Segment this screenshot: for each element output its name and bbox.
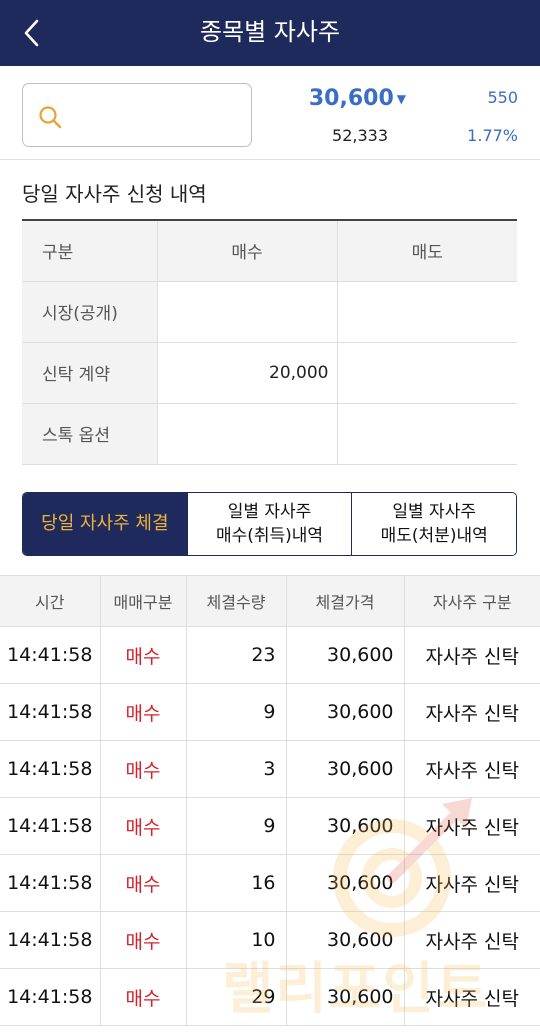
quote-panel: 30,600 ▼ 550 52,333 1.77% [0, 66, 540, 160]
tab-label: 일별 자사주매수(취득)내역 [216, 500, 323, 548]
tab-label: 일별 자사주매도(처분)내역 [381, 500, 488, 548]
header-time: 시간 [0, 575, 101, 627]
summary-row-label: 신탁 계약 [22, 342, 158, 404]
cell-price: 30,600 [286, 911, 405, 969]
cell-price: 30,600 [286, 740, 405, 798]
cell-category: 자사주 신탁 [404, 968, 540, 1026]
cell-quantity: 10 [186, 911, 287, 969]
application-summary-table: 구분 매수 매도 시장(공개) 신탁 계약 20,000 스톡 옵션 [22, 219, 517, 465]
summary-row-sell [337, 342, 517, 404]
cell-time: 14:41:58 [0, 854, 101, 912]
summary-row: 신탁 계약 20,000 [22, 342, 517, 404]
cell-trade-type: 매수 [100, 740, 187, 798]
executions-table: 시간 매매구분 체결수량 체결가격 자사주 구분 14:41:58 매수 23 … [0, 575, 540, 1026]
tab-today-executions[interactable]: 당일 자사주 체결 [23, 493, 187, 555]
cell-time: 14:41:58 [0, 797, 101, 855]
table-row: 14:41:58 매수 9 30,600 자사주 신탁 [0, 797, 540, 855]
cell-price: 30,600 [286, 626, 405, 684]
header-quantity: 체결수량 [186, 575, 287, 627]
tab-daily-buy-history[interactable]: 일별 자사주매수(취득)내역 [186, 493, 352, 555]
cell-trade-type: 매수 [100, 968, 187, 1026]
table-row: 14:41:58 매수 9 30,600 자사주 신탁 [0, 683, 540, 741]
cell-quantity: 9 [186, 797, 287, 855]
cell-quantity: 16 [186, 854, 287, 912]
header-trade-type: 매매구분 [100, 575, 187, 627]
view-tabs: 당일 자사주 체결 일별 자사주매수(취득)내역 일별 자사주매도(처분)내역 [22, 492, 517, 556]
cell-price: 30,600 [286, 854, 405, 912]
table-row: 14:41:58 매수 23 30,600 자사주 신탁 [0, 626, 540, 684]
tab-label: 당일 자사주 체결 [41, 512, 168, 536]
tab-label-line2: 매수(취득)내역 [215, 526, 324, 546]
cell-trade-type: 매수 [100, 797, 187, 855]
cell-quantity: 9 [186, 683, 287, 741]
cell-category: 자사주 신탁 [404, 797, 540, 855]
cell-quantity: 23 [186, 626, 287, 684]
tab-label-line1: 일별 자사주 [392, 502, 476, 522]
summary-row-label: 스톡 옵션 [22, 403, 158, 465]
triangle-down-icon: ▼ [396, 92, 406, 106]
price-change: 550 [487, 88, 518, 107]
summary-header-category: 구분 [22, 219, 158, 282]
summary-row-buy [157, 403, 338, 465]
summary-header-buy: 매수 [157, 219, 338, 282]
summary-row-buy: 20,000 [157, 342, 338, 404]
header-price: 체결가격 [286, 575, 405, 627]
summary-row-label: 시장(공개) [22, 281, 158, 343]
cell-price: 30,600 [286, 797, 405, 855]
executions-header-row: 시간 매매구분 체결수량 체결가격 자사주 구분 [0, 575, 540, 627]
cell-time: 14:41:58 [0, 911, 101, 969]
stock-search-input[interactable] [22, 83, 252, 147]
cell-category: 자사주 신탁 [404, 854, 540, 912]
summary-header-sell: 매도 [337, 219, 517, 282]
cell-trade-type: 매수 [100, 626, 187, 684]
tab-daily-sell-history[interactable]: 일별 자사주매도(처분)내역 [351, 493, 516, 555]
cell-price: 30,600 [286, 683, 405, 741]
summary-row-buy [157, 281, 338, 343]
tab-label-line1: 당일 자사주 체결 [41, 513, 169, 534]
cell-price: 30,600 [286, 968, 405, 1026]
summary-row: 스톡 옵션 [22, 403, 517, 465]
table-row: 14:41:58 매수 16 30,600 자사주 신탁 [0, 854, 540, 912]
section-title: 당일 자사주 신청 내역 [22, 182, 207, 206]
cell-time: 14:41:58 [0, 740, 101, 798]
top-bar: 종목별 자사주 [0, 0, 540, 66]
page-title: 종목별 자사주 [199, 18, 341, 46]
change-rate: 1.77% [467, 126, 518, 145]
tab-label-line1: 일별 자사주 [227, 502, 312, 522]
cell-time: 14:41:58 [0, 626, 101, 684]
header-category: 자사주 구분 [404, 575, 540, 627]
current-price: 30,600 ▼ [309, 84, 406, 114]
cell-trade-type: 매수 [100, 911, 187, 969]
tab-label-line2: 매도(처분)내역 [380, 526, 488, 546]
cell-category: 자사주 신탁 [404, 740, 540, 798]
cell-time: 14:41:58 [0, 968, 101, 1026]
cell-category: 자사주 신탁 [404, 683, 540, 741]
table-row: 14:41:58 매수 29 30,600 자사주 신탁 [0, 968, 540, 1026]
summary-row-sell [337, 403, 517, 465]
cell-quantity: 3 [186, 740, 287, 798]
cell-time: 14:41:58 [0, 683, 101, 741]
cell-quantity: 29 [186, 968, 287, 1026]
table-row: 14:41:58 매수 10 30,600 자사주 신탁 [0, 911, 540, 969]
table-row: 14:41:58 매수 3 30,600 자사주 신탁 [0, 740, 540, 798]
summary-header-row: 구분 매수 매도 [22, 219, 517, 282]
cell-category: 자사주 신탁 [404, 626, 540, 684]
cell-trade-type: 매수 [100, 683, 187, 741]
summary-row: 시장(공개) [22, 281, 517, 343]
trade-volume: 52,333 [332, 126, 388, 145]
cell-category: 자사주 신탁 [404, 911, 540, 969]
summary-row-sell [337, 281, 517, 343]
price-value: 30,600 [308, 86, 394, 111]
search-icon [39, 106, 62, 129]
cell-trade-type: 매수 [100, 854, 187, 912]
